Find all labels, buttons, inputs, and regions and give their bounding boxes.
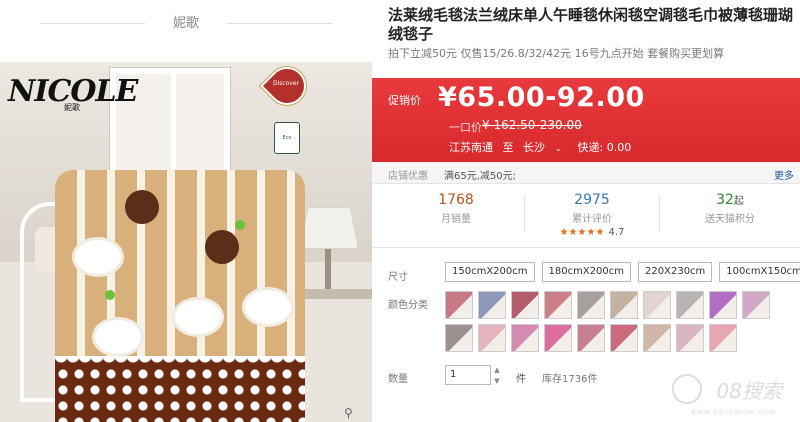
color-swatch[interactable]: [610, 291, 638, 319]
product-image[interactable]: [0, 62, 372, 422]
color-swatch[interactable]: [742, 291, 770, 319]
size-option[interactable]: 220X230cm: [638, 262, 713, 282]
promo-price-label: 促销价: [388, 94, 421, 107]
ship-fee: 快递: 0.00: [577, 141, 632, 154]
color-label: 颜色分类: [388, 300, 428, 311]
watermark-sub: www.08sousuo.com: [690, 408, 776, 416]
color-swatch[interactable]: [577, 324, 605, 352]
points-stat: 32起 送天猫积分: [660, 192, 800, 225]
product-subtitle: 拍下立减50元 仅售15/26.8/32/42元 16号九点开始 套餐购买更划算: [388, 47, 725, 60]
photo-lamp-base: [325, 249, 331, 289]
color-swatch[interactable]: [445, 324, 473, 352]
color-swatch[interactable]: [643, 291, 671, 319]
color-swatch[interactable]: [577, 291, 605, 319]
color-swatch[interactable]: [676, 291, 704, 319]
points-num: 32起: [716, 192, 744, 208]
size-options: 150cmX200cm 180cmX200cm 220X230cm 100cmX…: [445, 262, 800, 282]
shop-brand-header: 妮歌: [0, 0, 372, 48]
stats-row: 1768 月销量 2975 累计评价 ★★★★★ 4.7 32起 送天猫积分: [372, 188, 800, 248]
reviews-num: 2975: [574, 192, 610, 208]
reviews-stat[interactable]: 2975 累计评价 ★★★★★ 4.7: [522, 192, 662, 238]
divider: [40, 23, 145, 24]
quantity-unit: 件: [516, 374, 526, 385]
quantity-up-icon[interactable]: ▲: [493, 365, 501, 375]
rating-value: 4.7: [608, 227, 625, 238]
shipping-info: 江苏南通 至 长沙 ⌄ 快递: 0.00: [449, 139, 637, 155]
divider: [227, 23, 332, 24]
original-price-label: 一口价: [449, 121, 482, 134]
size-option[interactable]: 180cmX200cm: [541, 262, 632, 282]
watermark-text: 08搜索: [716, 379, 782, 403]
quantity-down-icon[interactable]: ▼: [493, 376, 501, 386]
monthly-sales-stat: 1768 月销量: [386, 192, 526, 225]
quantity-label: 数量: [388, 374, 408, 385]
brand-logo-sub: 妮歌: [64, 103, 80, 112]
color-swatch[interactable]: [478, 291, 506, 319]
size-label: 尺寸: [388, 272, 408, 283]
promo-more-link[interactable]: 更多: [774, 167, 794, 182]
quantity-input[interactable]: 1: [445, 365, 491, 385]
shop-brand-label: 妮歌: [172, 16, 199, 31]
price-panel: 促销价 ¥65.00-92.00 一口价 ¥ 162.50-230.00 江苏南…: [372, 78, 800, 162]
watermark-house-icon: [672, 374, 702, 404]
color-swatch[interactable]: [709, 324, 737, 352]
promo-text: 满65元,减50元;: [444, 171, 516, 182]
size-option[interactable]: 150cmX200cm: [445, 262, 535, 282]
ship-to-word: 至: [502, 141, 514, 154]
reviews-label: 累计评价: [572, 214, 612, 225]
ship-from: 江苏南通: [449, 141, 493, 154]
photo-lamp: [300, 207, 358, 249]
color-swatch[interactable]: [676, 324, 704, 352]
color-swatch[interactable]: [511, 324, 539, 352]
color-swatch[interactable]: [610, 324, 638, 352]
heart-badge-label: Discover: [272, 80, 300, 87]
color-swatch[interactable]: [478, 324, 506, 352]
monthly-sales-num: 1768: [438, 192, 474, 208]
product-info: 法莱绒毛毯法兰绒床单人午睡毯休闲毯空调毯毛巾被薄毯珊瑚绒毯子 拍下立减50元 仅…: [372, 0, 800, 422]
promo-label: 店铺优惠: [388, 171, 428, 182]
color-swatch[interactable]: [643, 324, 671, 352]
points-label: 送天猫积分: [705, 214, 755, 225]
rating-stars-icon: ★★★★★ 4.7: [559, 227, 625, 238]
stock-count: 库存1736件: [542, 374, 598, 385]
promo-price-value: ¥65.00-92.00: [438, 82, 645, 113]
original-price-value: ¥ 162.50-230.00: [482, 118, 582, 132]
ship-to-selector[interactable]: 长沙 ⌄: [523, 141, 568, 154]
size-option[interactable]: 100cmX150cm: [719, 262, 800, 282]
color-swatch[interactable]: [511, 291, 539, 319]
magnifier-icon[interactable]: ⚲: [344, 406, 353, 420]
product-title: 法莱绒毛毯法兰绒床单人午睡毯休闲毯空调毯毛巾被薄毯珊瑚绒毯子: [388, 6, 794, 43]
color-swatch[interactable]: [445, 291, 473, 319]
color-swatch[interactable]: [544, 291, 572, 319]
monthly-sales-label: 月销量: [441, 214, 471, 225]
eco-tag-icon: Eco: [274, 122, 300, 154]
color-swatch[interactable]: [709, 291, 737, 319]
product-gallery: 妮歌 NICOLE 妮歌 Discover Eco ⚲: [0, 0, 372, 422]
chevron-down-icon: ⌄: [554, 144, 563, 154]
color-swatch[interactable]: [544, 324, 572, 352]
shop-promo-bar: 店铺优惠 满65元,减50元; 更多: [372, 162, 800, 184]
photo-blanket: [55, 170, 305, 422]
